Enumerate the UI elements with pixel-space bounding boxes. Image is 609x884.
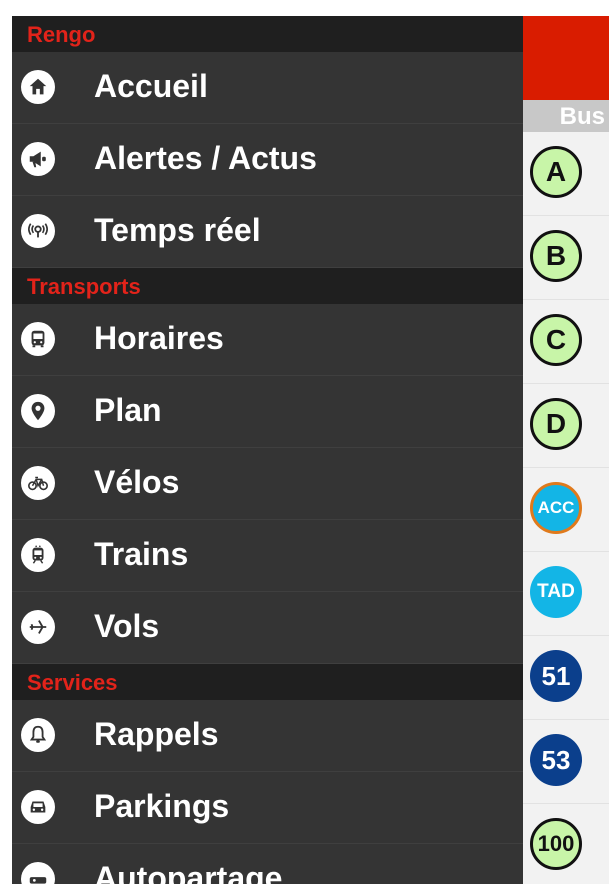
menu-item-parkings[interactable]: Parkings xyxy=(12,772,523,844)
menu-item-label: Autopartage xyxy=(94,860,283,884)
section-header-transports: Transports xyxy=(12,268,523,304)
bicycle-icon xyxy=(21,466,55,500)
line-row-53[interactable]: 53 xyxy=(523,720,609,804)
realtime-signal-icon xyxy=(21,214,55,248)
menu-item-plan[interactable]: Plan xyxy=(12,376,523,448)
line-row-c[interactable]: C xyxy=(523,300,609,384)
menu-item-label: Trains xyxy=(94,536,189,572)
airplane-icon xyxy=(21,610,55,644)
lines-sidebar: Bus A B C D ACC TAD 51 53 100 xyxy=(523,16,609,884)
line-badge: 100 xyxy=(530,818,582,870)
line-badge: D xyxy=(530,398,582,450)
line-badge: 53 xyxy=(530,734,582,786)
line-badge: B xyxy=(530,230,582,282)
section-header-services: Services xyxy=(12,664,523,700)
carsharing-icon xyxy=(21,862,55,884)
line-row-d[interactable]: D xyxy=(523,384,609,468)
menu-item-temps-reel[interactable]: Temps réel xyxy=(12,196,523,268)
menu-item-label: Plan xyxy=(94,392,162,428)
menu-item-label: Horaires xyxy=(94,320,224,356)
home-icon xyxy=(21,70,55,104)
menu-item-label: Vols xyxy=(94,608,160,644)
bell-icon xyxy=(21,718,55,752)
line-badge: C xyxy=(530,314,582,366)
line-row-51[interactable]: 51 xyxy=(523,636,609,720)
menu-item-label: Temps réel xyxy=(94,212,261,248)
menu-item-trains[interactable]: Trains xyxy=(12,520,523,592)
line-row-tad[interactable]: TAD xyxy=(523,552,609,636)
menu-item-horaires[interactable]: Horaires xyxy=(12,304,523,376)
menu-item-label: Alertes / Actus xyxy=(94,140,317,176)
section-title: Rengo xyxy=(27,22,96,47)
sidebar-topbar xyxy=(523,16,609,100)
map-pin-icon xyxy=(21,394,55,428)
line-badge: A xyxy=(530,146,582,198)
section-title: Transports xyxy=(27,274,141,299)
car-icon xyxy=(21,790,55,824)
menu-item-alertes[interactable]: Alertes / Actus xyxy=(12,124,523,196)
side-menu: Rengo Accueil Alertes / Actus Temps réel… xyxy=(12,16,523,884)
menu-item-autopartage[interactable]: Autopartage xyxy=(12,844,523,884)
line-badge: 51 xyxy=(530,650,582,702)
bus-icon xyxy=(21,322,55,356)
train-icon xyxy=(21,538,55,572)
menu-item-label: Parkings xyxy=(94,788,230,824)
section-title: Services xyxy=(27,670,118,695)
section-header-rengo: Rengo xyxy=(12,16,523,52)
line-row-100[interactable]: 100 xyxy=(523,804,609,884)
menu-item-label: Rappels xyxy=(94,716,219,752)
bus-header: Bus xyxy=(523,100,609,132)
line-badge: ACC xyxy=(530,482,582,534)
menu-item-vols[interactable]: Vols xyxy=(12,592,523,664)
line-badge: TAD xyxy=(530,566,582,618)
menu-item-label: Vélos xyxy=(94,464,180,500)
menu-item-accueil[interactable]: Accueil xyxy=(12,52,523,124)
menu-item-label: Accueil xyxy=(94,68,208,104)
menu-item-velos[interactable]: Vélos xyxy=(12,448,523,520)
line-row-a[interactable]: A xyxy=(523,132,609,216)
menu-item-rappels[interactable]: Rappels xyxy=(12,700,523,772)
line-row-acc[interactable]: ACC xyxy=(523,468,609,552)
megaphone-icon xyxy=(21,142,55,176)
line-row-b[interactable]: B xyxy=(523,216,609,300)
